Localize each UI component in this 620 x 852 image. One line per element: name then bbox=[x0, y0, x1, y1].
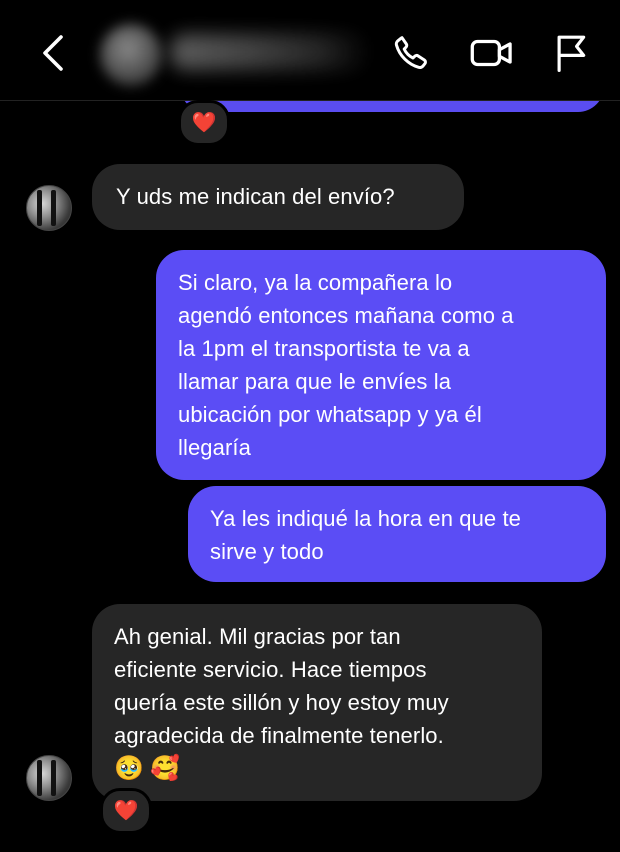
message-text-line: llamar para que le envíes la bbox=[178, 369, 452, 394]
contact-avatar[interactable] bbox=[100, 24, 162, 86]
message-text-line: ubicación por whatsapp y ya él bbox=[178, 402, 482, 427]
chevron-left-icon bbox=[43, 35, 63, 71]
heart-reaction-icon: ❤️ bbox=[113, 800, 139, 822]
reaction-badge[interactable]: ❤️ bbox=[178, 100, 230, 146]
message-text-line: Ah genial. Mil gracias por tan bbox=[114, 624, 401, 649]
message-text: Y uds me indican del envío? bbox=[116, 184, 395, 209]
back-button[interactable] bbox=[30, 30, 76, 76]
message-text-line: agendó entonces mañana como a bbox=[178, 303, 514, 328]
pleading-face-emoji-icon: 🥹 bbox=[114, 755, 144, 782]
message-bubble-outgoing[interactable]: Si claro, ya la compañera lo agendó ento… bbox=[156, 250, 606, 480]
heart-reaction-icon: ❤️ bbox=[191, 112, 217, 134]
audio-call-button[interactable] bbox=[388, 30, 434, 76]
message-text-line: agradecida de finalmente tenerlo. bbox=[114, 723, 444, 748]
message-bubble-incoming[interactable]: Ah genial. Mil gracias por tan eficiente… bbox=[92, 604, 542, 801]
sender-avatar[interactable] bbox=[26, 755, 72, 801]
smiling-face-hearts-emoji-icon: 🥰 bbox=[149, 755, 180, 782]
chat-header bbox=[0, 0, 620, 101]
message-text-line: Ya les indiqué la hora en que te bbox=[210, 506, 522, 531]
sender-avatar[interactable] bbox=[26, 185, 72, 231]
message-text-line: quería este sillón y hoy estoy muy bbox=[114, 690, 449, 715]
flag-icon bbox=[557, 35, 586, 72]
message-text-line: llegaría bbox=[178, 435, 251, 460]
phone-icon bbox=[394, 36, 427, 69]
message-text-line: eficiente servicio. Hace tiempos bbox=[114, 657, 427, 682]
message-bubble-outgoing[interactable]: Ya les indiqué la hora en que te sirve y… bbox=[188, 486, 606, 582]
message-text-line: Si claro, ya la compañera lo bbox=[178, 270, 453, 295]
message-text-line: la 1pm el transportista te va a bbox=[178, 336, 470, 361]
video-camera-icon bbox=[470, 39, 512, 67]
message-bubble-incoming[interactable]: Y uds me indican del envío? bbox=[92, 164, 464, 230]
video-call-button[interactable] bbox=[466, 30, 518, 76]
message-emojis: 🥹 🥰 bbox=[114, 754, 520, 784]
contact-name[interactable] bbox=[170, 34, 370, 70]
reaction-badge[interactable]: ❤️ bbox=[100, 788, 152, 834]
message-text-line: sirve y todo bbox=[210, 539, 324, 564]
report-button[interactable] bbox=[548, 30, 594, 76]
